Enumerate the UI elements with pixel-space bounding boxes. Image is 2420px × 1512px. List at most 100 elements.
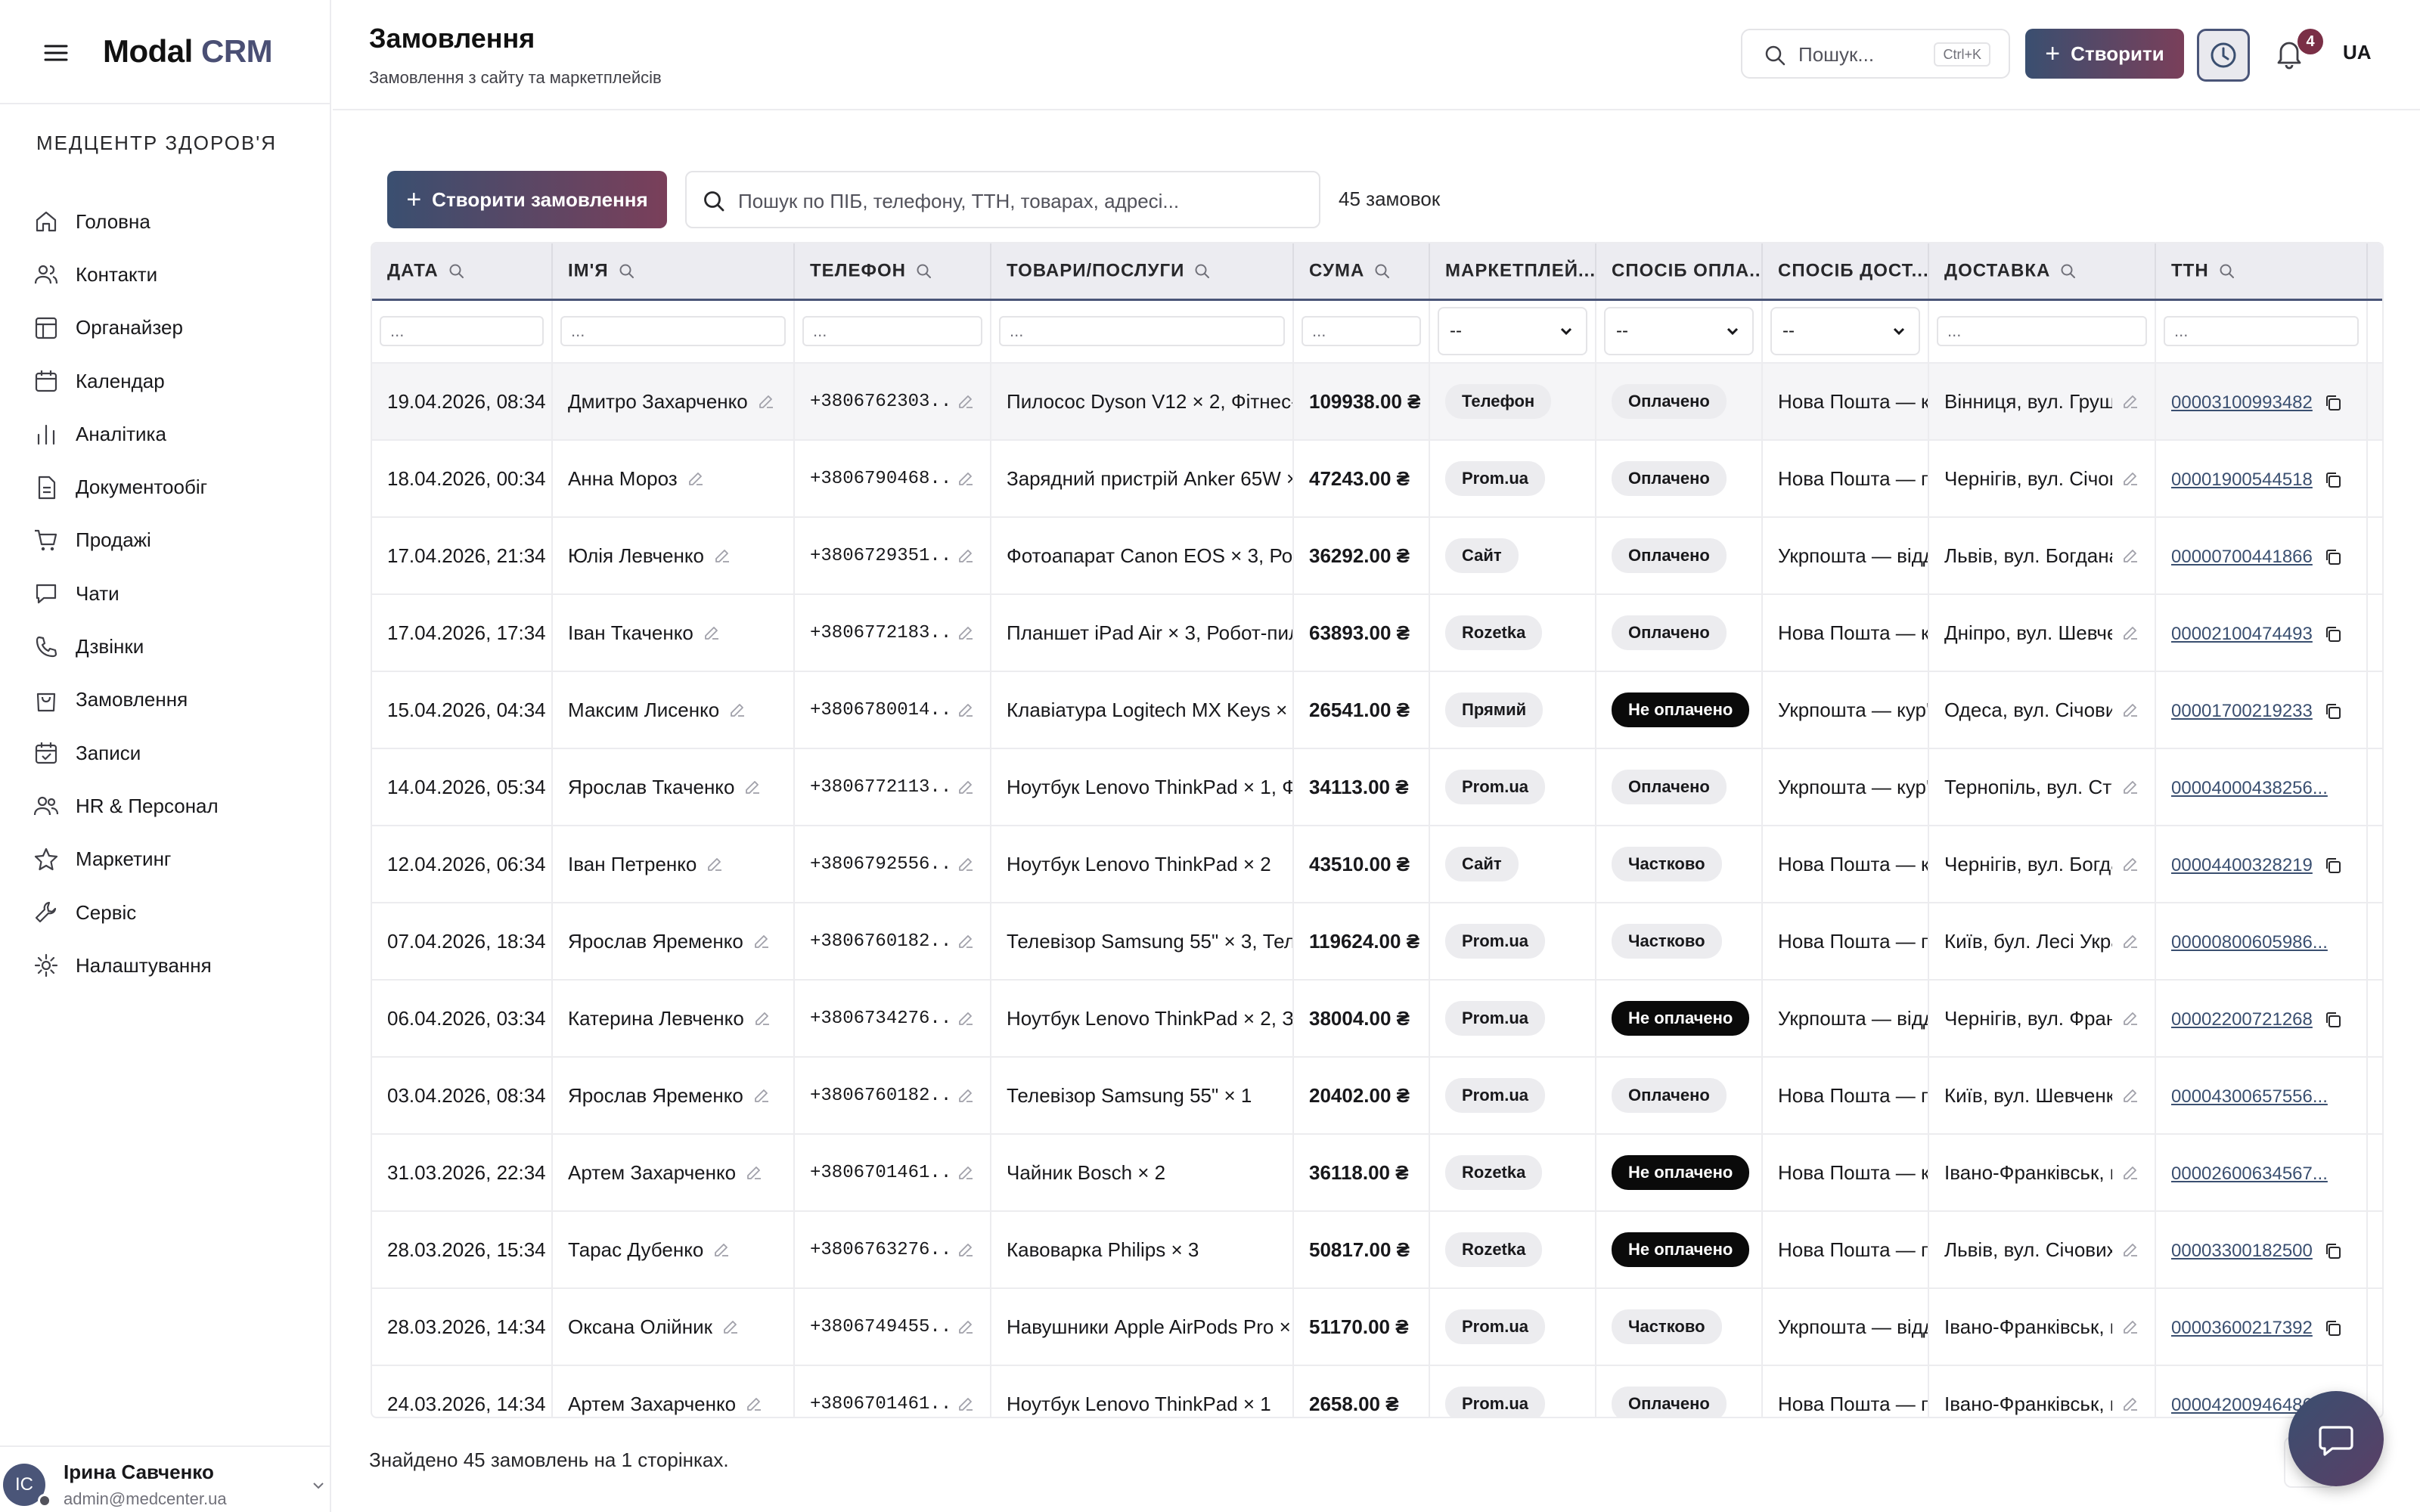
payment-status-badge[interactable]: Частково xyxy=(1612,847,1722,881)
edit-icon[interactable] xyxy=(2121,932,2139,950)
filter-select[interactable]: -- xyxy=(1438,307,1587,356)
column-header[interactable]: СПОСІБ ДОСТ... xyxy=(1762,243,1929,301)
ttn-link[interactable]: 00001900544518 xyxy=(2171,469,2313,490)
edit-icon[interactable] xyxy=(745,1395,763,1413)
copy-icon[interactable] xyxy=(2323,1318,2343,1338)
copy-icon[interactable] xyxy=(2323,1241,2343,1261)
sidebar-item-calendar[interactable]: Календар xyxy=(33,355,306,407)
customer-name[interactable]: Оксана Олійник xyxy=(568,1315,712,1339)
customer-name[interactable]: Тарас Дубенко xyxy=(568,1238,703,1262)
customer-phone[interactable]: +3806762303... xyxy=(810,392,948,412)
column-search-icon[interactable] xyxy=(1373,262,1392,280)
filter-input[interactable] xyxy=(999,316,1285,347)
delivery-address[interactable]: Чернігів, вул. Січових Стрільців xyxy=(1944,467,2112,491)
copy-icon[interactable] xyxy=(2323,1010,2343,1030)
ttn-link[interactable]: 00004200946486 xyxy=(2171,1395,2313,1415)
table-row[interactable]: 14.04.2026, 05:34 Ярослав Ткаченко +380677… xyxy=(372,748,2382,826)
table-row[interactable]: 28.03.2026, 15:34 Тарас Дубенко +380676327… xyxy=(372,1211,2382,1289)
edit-icon[interactable] xyxy=(721,1318,740,1336)
edit-icon[interactable] xyxy=(706,855,724,873)
payment-status-badge[interactable]: Не оплачено xyxy=(1612,1001,1750,1036)
filter-input[interactable] xyxy=(1302,316,1421,347)
edit-icon[interactable] xyxy=(957,1163,975,1182)
column-header[interactable]: МАРКЕТПЛЕЙ... xyxy=(1429,243,1596,301)
payment-status-badge[interactable]: Не оплачено xyxy=(1612,692,1750,727)
edit-icon[interactable] xyxy=(752,1086,771,1105)
edit-icon[interactable] xyxy=(2121,855,2139,873)
customer-phone[interactable]: +3806701461... xyxy=(810,1394,948,1414)
customer-name[interactable]: Артем Захарченко xyxy=(568,1393,736,1416)
chevron-down-icon[interactable] xyxy=(310,1477,327,1494)
ttn-link[interactable]: 00002100474493 xyxy=(2171,624,2313,644)
edit-icon[interactable] xyxy=(957,1241,975,1259)
customer-name[interactable]: Катерина Левченко xyxy=(568,1007,744,1030)
edit-icon[interactable] xyxy=(957,932,975,950)
customer-name[interactable]: Анна Мороз xyxy=(568,467,678,491)
edit-icon[interactable] xyxy=(687,469,705,488)
copy-icon[interactable] xyxy=(2323,547,2343,567)
filter-select[interactable]: -- xyxy=(1604,307,1754,356)
payment-status-badge[interactable]: Оплачено xyxy=(1612,1387,1727,1417)
customer-name[interactable]: Іван Ткаченко xyxy=(568,621,693,645)
sidebar-item-document[interactable]: Документообіг xyxy=(33,460,306,513)
delivery-address[interactable]: Івано-Франківськ, вул. Незалежності xyxy=(1944,1161,2112,1185)
customer-phone[interactable]: +3806729351... xyxy=(810,546,948,566)
sidebar-item-bar-chart[interactable]: Аналітика xyxy=(33,407,306,460)
user-profile[interactable]: ІС Ірина Савченко admin@medcenter.ua xyxy=(0,1445,331,1512)
delivery-address[interactable]: Львів, вул. Січових Стрільців xyxy=(1944,1238,2112,1262)
ttn-link[interactable]: 00004000438256... xyxy=(2171,778,2328,798)
payment-status-badge[interactable]: Оплачено xyxy=(1612,384,1727,419)
ttn-link[interactable]: 00003600217392 xyxy=(2171,1318,2313,1338)
delivery-address[interactable]: Тернопіль, вул. Стуса xyxy=(1944,776,2112,799)
language-switcher[interactable]: UA xyxy=(2343,41,2372,64)
table-row[interactable]: 19.04.2026, 08:34 Дмитро Захарченко +38067… xyxy=(372,363,2382,441)
edit-icon[interactable] xyxy=(753,1009,771,1027)
sidebar-item-wrench[interactable]: Сервіс xyxy=(33,886,306,939)
column-search-icon[interactable] xyxy=(448,262,466,280)
edit-icon[interactable] xyxy=(2121,778,2139,796)
customer-name[interactable]: Ярослав Яременко xyxy=(568,930,743,953)
column-header[interactable]: ДОСТАВКА xyxy=(1928,243,2156,301)
edit-icon[interactable] xyxy=(957,701,975,719)
orders-table-container[interactable]: ДАТА ІМ'Я ТЕЛЕФОН ТОВАРИ/ПОСЛУГИ СУМА МАРКЕТП… xyxy=(371,242,2384,1418)
payment-status-badge[interactable]: Оплачено xyxy=(1612,461,1727,496)
edit-icon[interactable] xyxy=(2121,1009,2139,1027)
customer-name[interactable]: Максим Лисенко xyxy=(568,699,719,722)
create-button[interactable]: + Створити xyxy=(2025,29,2184,79)
customer-phone[interactable]: +3806760182... xyxy=(810,1086,948,1106)
ttn-link[interactable]: 00004300657556... xyxy=(2171,1086,2328,1107)
payment-status-badge[interactable]: Оплачено xyxy=(1612,770,1727,804)
create-order-button[interactable]: + Створити замовлення xyxy=(387,171,667,228)
copy-icon[interactable] xyxy=(2323,856,2343,875)
copy-icon[interactable] xyxy=(2323,702,2343,721)
delivery-address[interactable]: Київ, бул. Лесі Українки xyxy=(1944,930,2112,953)
customer-phone[interactable]: +3806763276... xyxy=(810,1240,948,1260)
edit-icon[interactable] xyxy=(957,392,975,411)
edit-icon[interactable] xyxy=(2121,1395,2139,1413)
filter-input[interactable] xyxy=(380,316,544,347)
edit-icon[interactable] xyxy=(712,1241,731,1259)
delivery-address[interactable]: Одеса, вул. Січових Стрільців xyxy=(1944,699,2112,722)
payment-status-badge[interactable]: Не оплачено xyxy=(1612,1232,1750,1267)
edit-icon[interactable] xyxy=(703,624,721,642)
edit-icon[interactable] xyxy=(2121,547,2139,565)
column-header[interactable]: ІМ'Я xyxy=(552,243,795,301)
filter-input[interactable] xyxy=(802,316,982,347)
delivery-address[interactable]: Івано-Франківськ, вул. Незалежності xyxy=(1944,1315,2112,1339)
edit-icon[interactable] xyxy=(957,1395,975,1413)
history-button[interactable] xyxy=(2197,29,2250,82)
delivery-address[interactable]: Дніпро, вул. Шевченка xyxy=(1944,621,2112,645)
edit-icon[interactable] xyxy=(743,778,762,796)
table-row[interactable]: 17.04.2026, 17:34 Іван Ткаченко +380677218… xyxy=(372,594,2382,672)
column-search-icon[interactable] xyxy=(915,262,933,280)
chat-fab-button[interactable] xyxy=(2288,1391,2384,1486)
ttn-link[interactable]: 00004400328219 xyxy=(2171,855,2313,875)
table-row[interactable]: 15.04.2026, 04:34 Максим Лисенко +38067800… xyxy=(372,671,2382,749)
payment-status-badge[interactable]: Частково xyxy=(1612,1309,1722,1344)
customer-phone[interactable]: +3806701461... xyxy=(810,1163,948,1183)
edit-icon[interactable] xyxy=(957,624,975,642)
customer-phone[interactable]: +3806772183... xyxy=(810,623,948,643)
filter-select[interactable]: -- xyxy=(1770,307,1920,356)
table-row[interactable]: 31.03.2026, 22:34 Артем Захарченко +380670… xyxy=(372,1134,2382,1212)
table-row[interactable]: 07.04.2026, 18:34 Ярослав Яременко +380676… xyxy=(372,903,2382,981)
